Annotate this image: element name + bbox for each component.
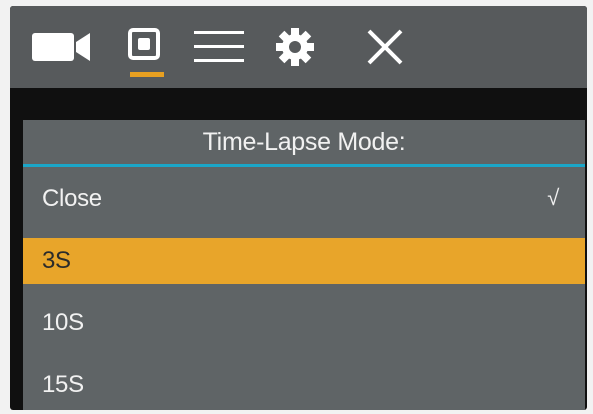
option-15s[interactable]: 15S xyxy=(23,362,585,408)
option-3s[interactable]: 3S xyxy=(23,238,585,284)
option-10s[interactable]: 10S xyxy=(23,300,585,346)
close-icon[interactable] xyxy=(362,6,408,88)
option-close[interactable]: Close √ xyxy=(23,176,585,222)
photo-camera-icon[interactable] xyxy=(120,6,168,88)
title-divider xyxy=(23,164,585,167)
camera-screen: Time-Lapse Mode: Close √ 3S 10S 15S xyxy=(10,6,587,410)
mode-toolbar xyxy=(10,6,587,88)
check-mark-icon: √ xyxy=(547,185,559,210)
time-lapse-menu: Time-Lapse Mode: Close √ 3S 10S 15S xyxy=(23,120,585,410)
option-label: 10S xyxy=(42,309,84,336)
option-label: 3S xyxy=(42,247,71,274)
option-label: Close xyxy=(42,185,102,212)
option-label: 15S xyxy=(42,371,84,398)
menu-icon[interactable] xyxy=(192,6,246,88)
video-camera-icon[interactable] xyxy=(32,6,94,88)
gear-icon[interactable] xyxy=(272,6,318,88)
menu-title: Time-Lapse Mode: xyxy=(202,127,406,156)
active-mode-indicator xyxy=(130,72,164,77)
